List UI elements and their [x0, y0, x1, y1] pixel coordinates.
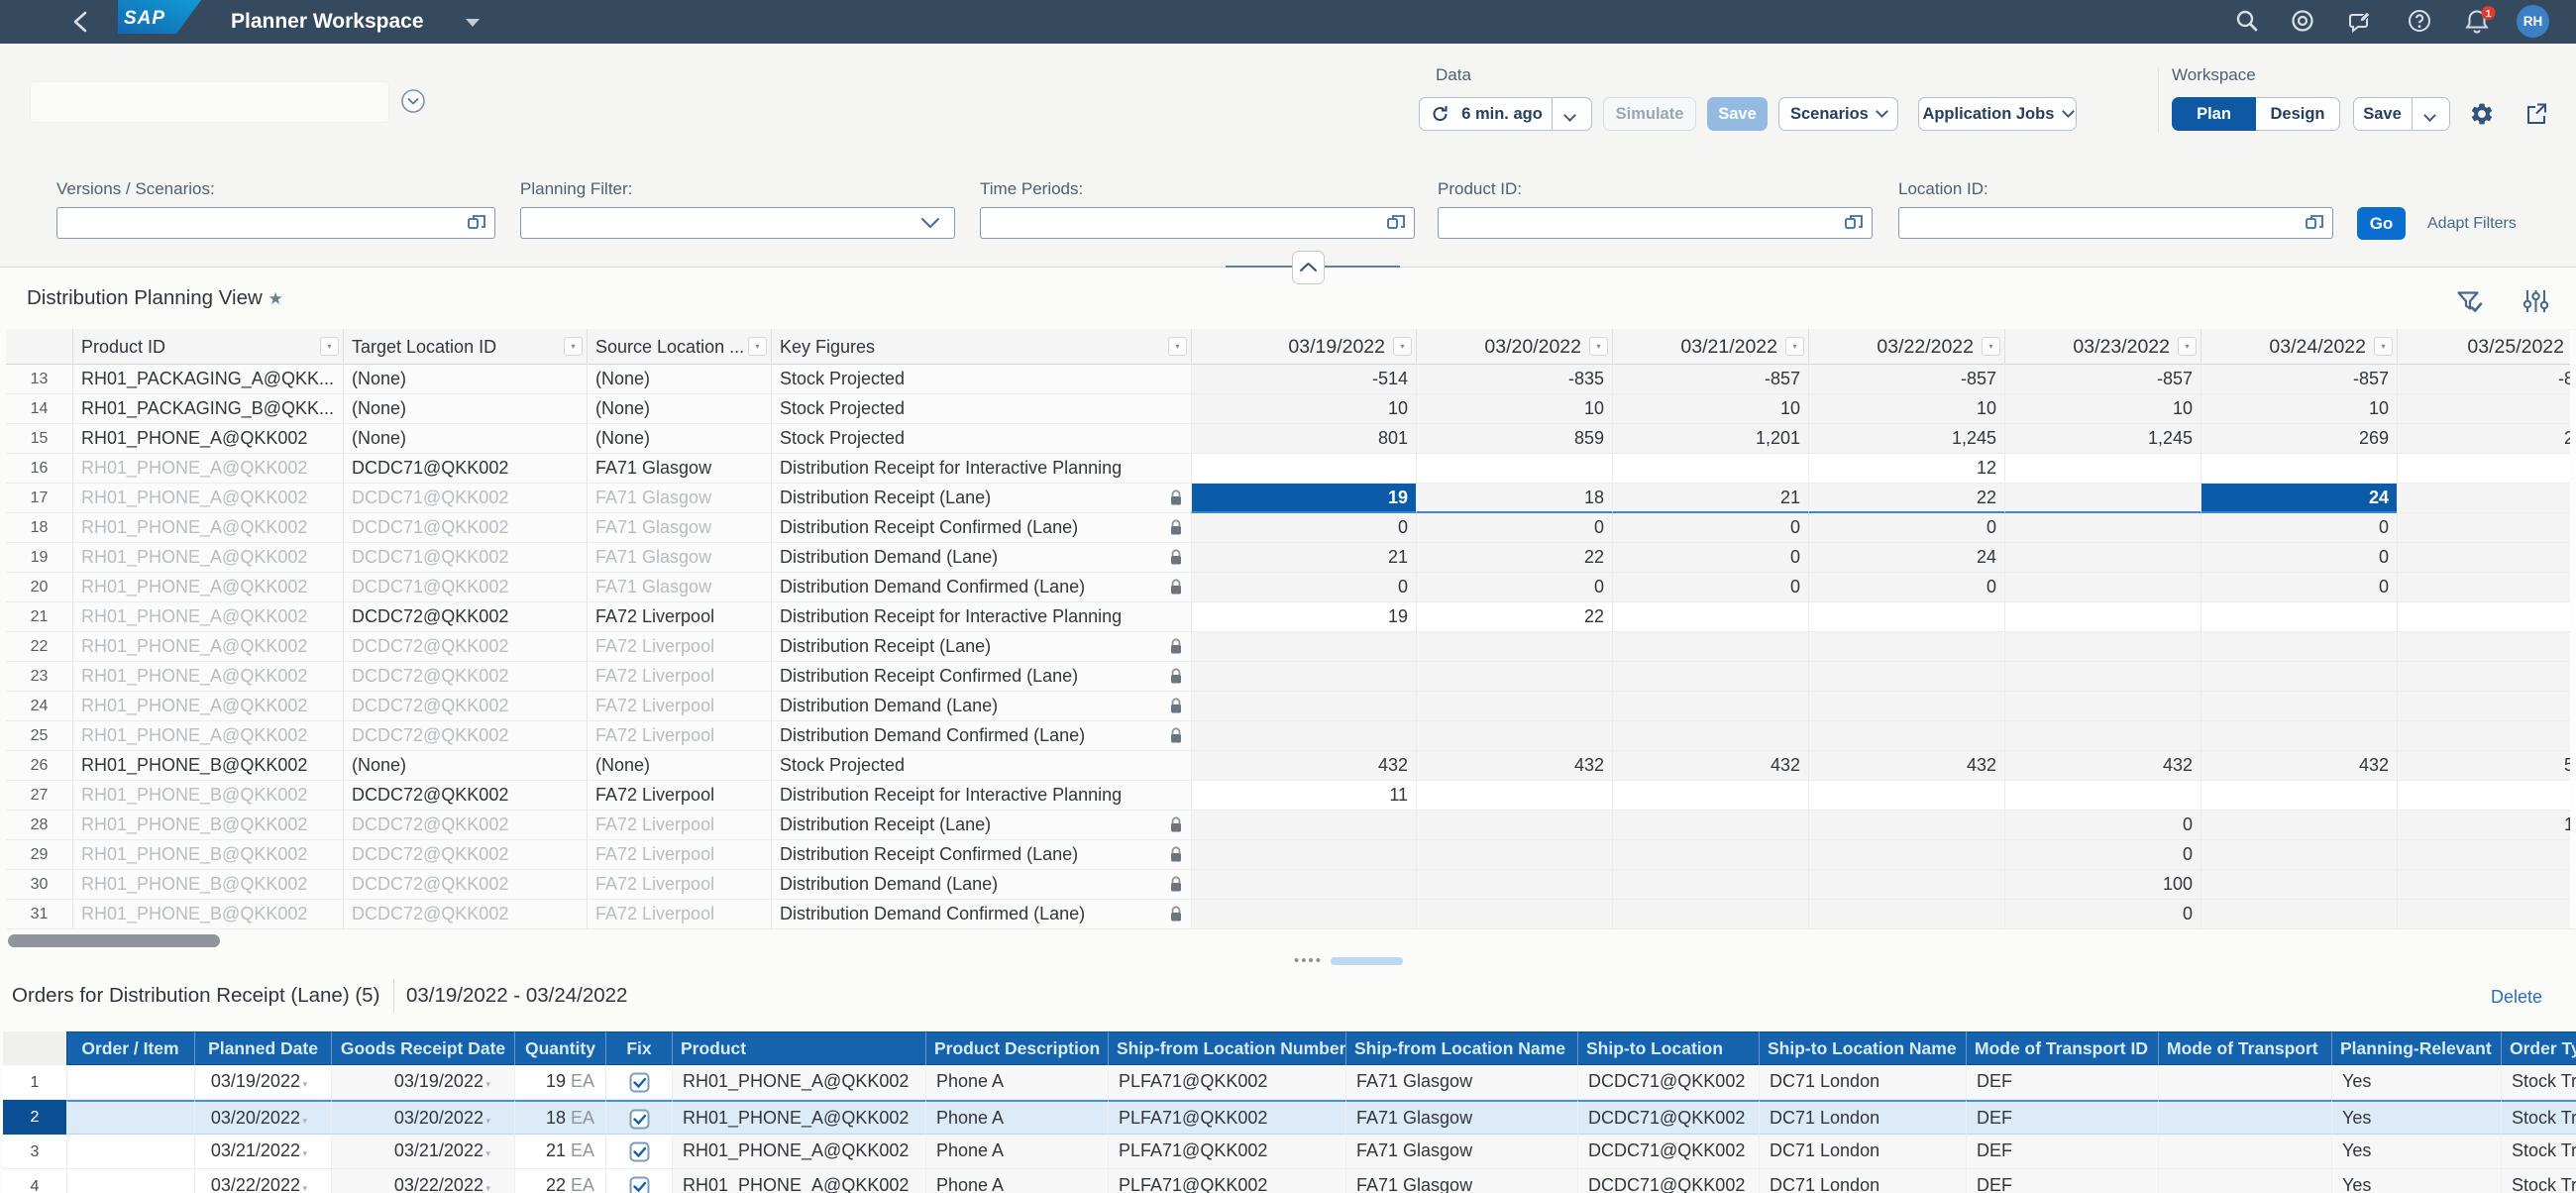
svg-text:SAP: SAP	[124, 8, 165, 29]
svg-text:1: 1	[2486, 8, 2492, 20]
